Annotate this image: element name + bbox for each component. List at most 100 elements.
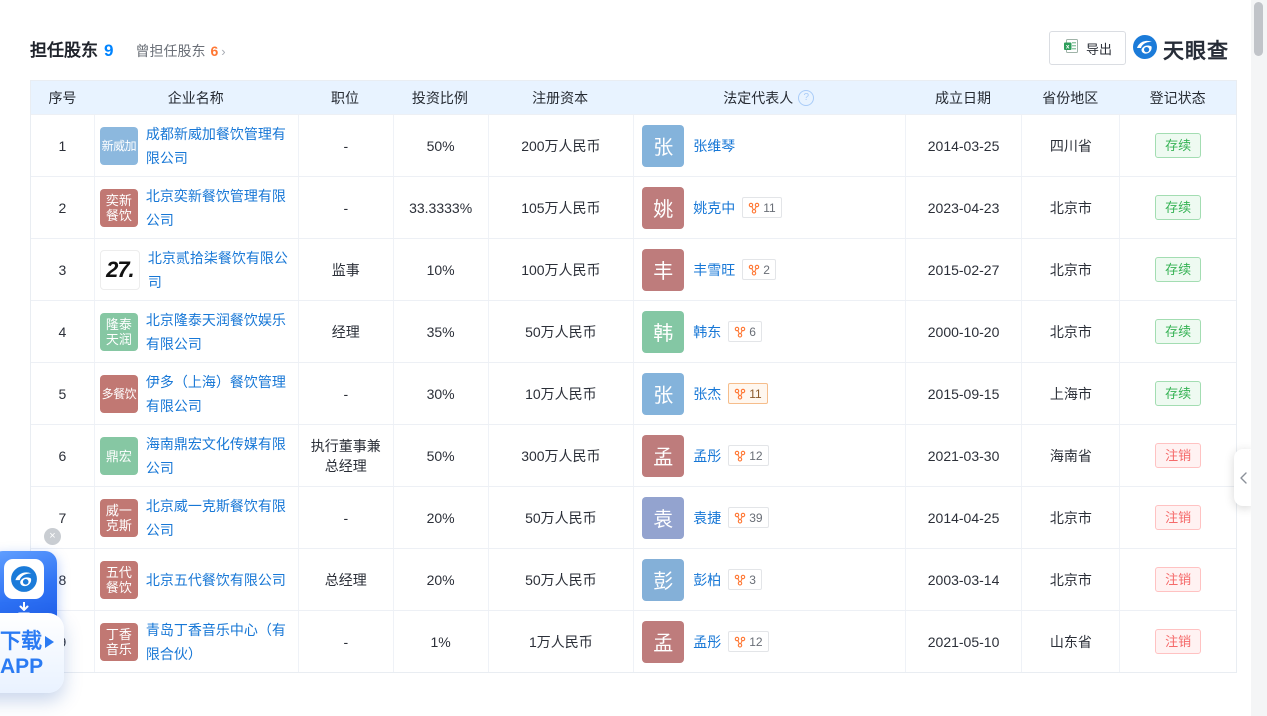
cell-capital: 10万人民币 [488, 363, 634, 424]
status-badge: 注销 [1155, 567, 1201, 592]
tianyancha-eye-icon [1132, 34, 1158, 65]
cell-index: 5 [31, 363, 94, 424]
legal-rep-link[interactable]: 姚克中 [693, 198, 735, 218]
cell-index: 3 [31, 239, 94, 300]
play-triangle-icon [45, 636, 54, 648]
export-button[interactable]: x 导出 [1049, 31, 1126, 65]
table-row: 2 奕新 餐饮 北京奕新餐饮管理有限公司 - 33.3333% 105万人民币 … [31, 176, 1236, 238]
legal-rep-avatar[interactable]: 张 [642, 125, 684, 167]
cell-ratio: 33.3333% [393, 177, 488, 238]
cell-ratio: 30% [393, 363, 488, 424]
cell-region: 海南省 [1021, 425, 1119, 486]
legal-rep-link[interactable]: 韩东 [693, 322, 721, 342]
scrollbar-track[interactable] [1251, 0, 1267, 716]
company-logo-text: 多餐饮 [102, 385, 137, 402]
download-app-text: 下载 APP [0, 629, 54, 679]
legal-rep-avatar[interactable]: 张 [642, 373, 684, 415]
cell-status: 注销 [1119, 487, 1236, 548]
table-row: 4 隆泰 天润 北京隆泰天润餐饮娱乐有限公司 经理 35% 50万人民币 韩 韩… [31, 300, 1236, 362]
legal-rep-link[interactable]: 袁捷 [693, 508, 721, 528]
cell-status: 存续 [1119, 177, 1236, 238]
shareholder-table: 序号 企业名称 职位 投资比例 注册资本 法定代表人 ? 成立日期 省份地区 登… [30, 80, 1237, 673]
side-panel-handle[interactable] [1234, 449, 1252, 506]
cell-company: 多餐饮 伊多（上海）餐饮管理有限公司 [94, 363, 298, 424]
status-badge: 存续 [1155, 319, 1201, 344]
cell-company: 威一 克斯 北京威一克斯餐饮有限公司 [94, 487, 298, 548]
legal-rep-link[interactable]: 张维琴 [693, 136, 735, 156]
legal-rep-link[interactable]: 孟彤 [693, 446, 721, 466]
legal-rep-avatar[interactable]: 孟 [642, 435, 684, 477]
relation-count-badge[interactable]: 11 [728, 383, 767, 404]
company-link[interactable]: 北京威一克斯餐饮有限公司 [146, 494, 298, 542]
cell-status: 存续 [1119, 363, 1236, 424]
cell-date: 2023-04-23 [905, 177, 1022, 238]
scrollbar-thumb[interactable] [1254, 2, 1263, 56]
app-download-bubble[interactable]: 下载 APP [0, 613, 64, 693]
cell-legal-rep: 姚 姚克中 11 [633, 177, 904, 238]
brand-logo[interactable]: 天眼查 [1132, 34, 1229, 65]
cell-index: 1 [31, 115, 94, 176]
header-capital: 注册资本 [487, 88, 633, 108]
cell-capital: 50万人民币 [488, 549, 634, 610]
cell-company: 五代 餐饮 北京五代餐饮有限公司 [94, 549, 298, 610]
company-link[interactable]: 青岛丁香音乐中心（有限合伙） [146, 618, 298, 666]
cell-company: 丁香 音乐 青岛丁香音乐中心（有限合伙） [94, 611, 298, 672]
company-link[interactable]: 北京五代餐饮有限公司 [146, 568, 298, 592]
excel-icon: x [1063, 38, 1079, 59]
relation-count: 11 [763, 201, 775, 215]
avatar-char: 张 [653, 379, 673, 408]
company-link[interactable]: 海南鼎宏文化传媒有限公司 [146, 432, 298, 480]
cell-region: 山东省 [1021, 611, 1119, 672]
cell-company: 隆泰 天润 北京隆泰天润餐饮娱乐有限公司 [94, 301, 298, 362]
tab-former-shareholder[interactable]: 曾担任股东 6 › [135, 41, 225, 61]
header-date: 成立日期 [905, 88, 1022, 108]
legal-rep-link[interactable]: 张杰 [693, 384, 721, 404]
cell-region: 北京市 [1021, 177, 1119, 238]
legal-rep-avatar[interactable]: 袁 [642, 497, 684, 539]
legal-rep-avatar[interactable]: 丰 [642, 249, 684, 291]
avatar-char: 孟 [653, 441, 673, 470]
relation-count-badge[interactable]: 2 [742, 259, 776, 280]
cell-position: - [298, 487, 393, 548]
legal-rep-avatar[interactable]: 姚 [642, 187, 684, 229]
table-row: 8 五代 餐饮 北京五代餐饮有限公司 总经理 20% 50万人民币 彭 彭柏 3… [31, 548, 1236, 610]
company-link[interactable]: 北京奕新餐饮管理有限公司 [146, 184, 298, 232]
relation-graph-icon [734, 388, 746, 400]
legal-rep-avatar[interactable]: 彭 [642, 559, 684, 601]
company-link[interactable]: 北京隆泰天润餐饮娱乐有限公司 [146, 308, 298, 356]
help-icon[interactable]: ? [798, 90, 814, 106]
company-link[interactable]: 伊多（上海）餐饮管理有限公司 [146, 370, 298, 418]
relation-count-badge[interactable]: 3 [728, 569, 762, 590]
status-badge: 存续 [1155, 381, 1201, 406]
cell-position: 执行董事兼总经理 [298, 425, 393, 486]
relation-count-badge[interactable]: 12 [728, 631, 768, 652]
legal-rep-link[interactable]: 彭柏 [693, 570, 721, 590]
cell-region: 北京市 [1021, 301, 1119, 362]
relation-graph-icon [734, 450, 746, 462]
company-link[interactable]: 北京贰拾柒餐饮有限公司 [148, 246, 298, 294]
relation-count-badge[interactable]: 39 [728, 507, 768, 528]
relation-count-badge[interactable]: 11 [742, 197, 781, 218]
chevron-left-icon [1239, 471, 1248, 485]
legal-rep-avatar[interactable]: 孟 [642, 621, 684, 663]
legal-rep-link[interactable]: 孟彤 [693, 632, 721, 652]
cell-legal-rep: 彭 彭柏 3 [633, 549, 904, 610]
company-link[interactable]: 成都新威加餐饮管理有限公司 [146, 122, 298, 170]
svg-text:x: x [1066, 43, 1070, 50]
relation-count-badge[interactable]: 12 [728, 445, 768, 466]
relation-count: 2 [763, 263, 770, 277]
cell-date: 2015-09-15 [905, 363, 1022, 424]
download-label: 下载 [0, 630, 42, 653]
company-logo: 五代 餐饮 [100, 561, 138, 599]
brand-name: 天眼查 [1163, 35, 1229, 65]
cell-capital: 50万人民币 [488, 301, 634, 362]
status-badge: 存续 [1155, 195, 1201, 220]
status-badge: 存续 [1155, 257, 1201, 282]
cell-index: 7 [31, 487, 94, 548]
cell-position: - [298, 177, 393, 238]
legal-rep-link[interactable]: 丰雪旺 [693, 260, 735, 280]
cell-legal-rep: 孟 孟彤 12 [633, 611, 904, 672]
close-icon[interactable]: × [44, 528, 61, 545]
relation-count-badge[interactable]: 6 [728, 321, 762, 342]
legal-rep-avatar[interactable]: 韩 [642, 311, 684, 353]
